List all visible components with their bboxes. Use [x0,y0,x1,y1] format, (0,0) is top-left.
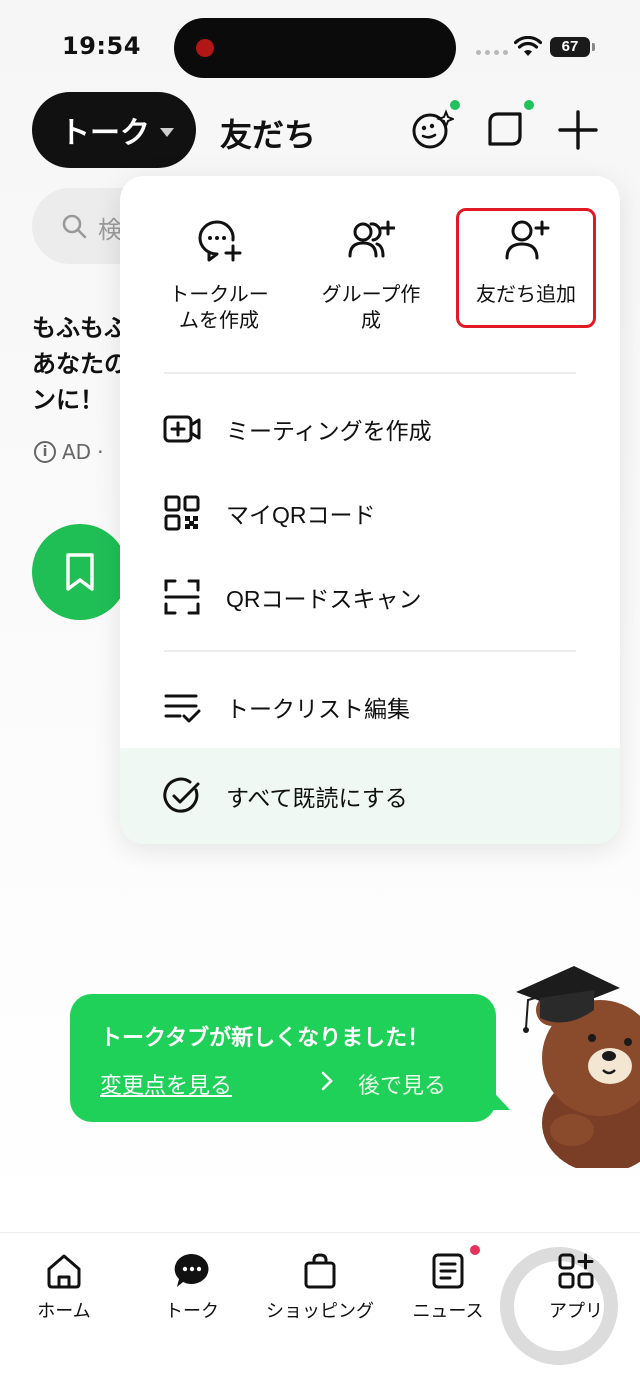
menu-item-label: QRコードスキャン [226,586,422,612]
tab-label: ホーム [37,1301,91,1321]
ad-label: i AD · [34,440,103,464]
highlight-annotation [456,208,596,328]
menu-item-create-meeting[interactable]: ミーティングを作成 [120,394,620,464]
tab-apps[interactable]: アプリ [516,1251,636,1323]
tab-news[interactable]: ニュース [388,1251,508,1323]
menu-item-edit-talk-list[interactable]: トークリスト編集 [120,672,620,742]
status-time: 19:54 [62,32,141,60]
quick-action-line: トークルー [169,284,269,306]
chevron-right-icon [321,1071,333,1091]
ad-headline-line: ンに！ [32,386,104,414]
menu-divider [164,650,576,652]
menu-item-my-qr[interactable]: マイQRコード [120,478,620,548]
qr-code-icon [164,495,200,531]
chat-plus-icon [198,220,242,262]
create-group-button[interactable]: グループ作 成 [296,216,446,334]
recording-indicator [196,39,214,57]
tab-home[interactable]: ホーム [4,1251,124,1323]
caret-down-icon [160,127,174,137]
chat-bubble-square-icon[interactable] [484,108,528,152]
wifi-icon [514,36,542,56]
toast-title: トークタブが新しくなりました！ [100,1025,430,1050]
tab-label: アプリ [549,1301,603,1321]
quick-action-line: グループ作 [321,284,421,306]
notification-dot [450,100,460,110]
info-icon: i [34,441,56,463]
menu-item-label: すべて既読にする [226,785,408,811]
menu-item-qr-scan[interactable]: QRコードスキャン [120,562,620,632]
talk-tab-selector[interactable]: トーク [32,92,196,168]
bottom-tab-bar: ホーム トーク ショッピング ニュース アプリ [0,1232,640,1387]
signal-icon [476,50,508,55]
news-icon [432,1253,464,1289]
friends-tab[interactable]: 友だち [220,110,316,156]
battery-icon: 67 [550,37,595,57]
create-menu: トークルー ムを作成 グループ作 成 友だち追加 ミーティングを作成 マイQRコ… [120,176,620,844]
ad-separator: · [97,440,104,464]
menu-divider [164,372,576,374]
ad-headline[interactable]: もふもふ あなたの ンに！ [32,310,132,418]
talk-tab-label: トーク [60,117,150,150]
quick-action-label: トークルー ムを作成 [144,282,294,334]
update-toast: トークタブが新しくなりました！ 変更点を見る 後で見る [70,994,496,1122]
tab-talk[interactable]: トーク [132,1251,252,1323]
create-talk-room-button[interactable]: トークルー ムを作成 [144,216,294,334]
list-edit-icon [164,694,201,723]
home-icon [47,1254,81,1289]
quick-action-label: グループ作 成 [296,282,446,334]
tab-shopping[interactable]: ショッピング [260,1251,380,1323]
plus-icon[interactable] [556,108,600,152]
ad-headline-line: もふもふ [32,314,128,342]
view-later-button[interactable]: 後で見る [358,1068,446,1100]
menu-item-mark-all-read[interactable]: すべて既読にする [120,748,620,844]
video-plus-icon [163,415,201,443]
dynamic-island [174,18,456,78]
group-add-icon [348,220,395,258]
check-circle-icon [163,777,200,813]
search-placeholder: 検 [98,216,122,244]
keep-button[interactable] [32,524,128,620]
brown-bear-mascot [516,966,640,1168]
ad-headline-line: あなたの [32,350,128,378]
menu-item-label: マイQRコード [226,502,376,528]
ad-label-text: AD [62,440,92,464]
apps-grid-icon [558,1253,594,1289]
notification-dot [470,1245,480,1255]
tab-label: トーク [165,1301,219,1321]
view-changes-link[interactable]: 変更点を見る [100,1068,232,1100]
bookmark-icon [66,553,94,591]
menu-item-label: トークリスト編集 [226,696,410,722]
notification-dot [524,100,534,110]
qr-scan-icon [164,579,200,615]
shopping-bag-icon [304,1253,336,1289]
status-bar: 19:54 67 [0,0,640,90]
face-sparkle-icon[interactable] [410,108,454,152]
talk-bubble-icon [174,1253,209,1287]
search-icon [62,214,87,239]
menu-item-label: ミーティングを作成 [226,418,432,444]
quick-action-line: 成 [361,310,381,332]
tab-label: ショッピング [266,1301,374,1321]
quick-action-line: ムを作成 [179,310,259,332]
tab-label: ニュース [412,1301,484,1321]
